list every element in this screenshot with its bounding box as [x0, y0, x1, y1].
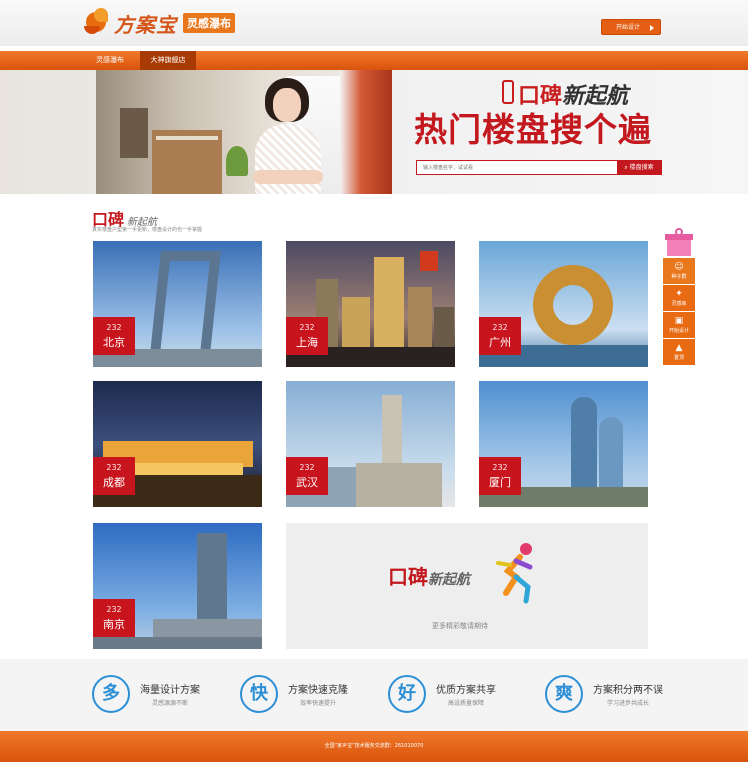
- promo-subheadline: 热门楼盘搜个遍: [414, 110, 652, 149]
- float-item-start-design[interactable]: ▣ 开始设计: [663, 312, 695, 339]
- arrow-up-icon: ▲: [675, 343, 683, 353]
- coming-soon-title-rest: 新起航: [428, 572, 470, 588]
- city-name: 广州: [489, 336, 511, 349]
- sparkle-icon: ✦: [675, 289, 683, 299]
- start-design-button[interactable]: 开始设计: [601, 19, 661, 35]
- city-tag: 232 厦门: [479, 457, 521, 495]
- feature-icon: 多: [92, 675, 130, 713]
- city-name: 成都: [103, 476, 125, 489]
- city-name: 厦门: [489, 476, 511, 489]
- float-item-label: 灵感库: [671, 301, 687, 307]
- city-name: 武汉: [296, 476, 318, 489]
- nav-item-flagship[interactable]: 大神旗舰店: [140, 51, 196, 70]
- city-card-beijing[interactable]: 232 北京: [93, 241, 262, 367]
- city-tag: 232 武汉: [286, 457, 328, 495]
- city-count: 232: [299, 463, 315, 472]
- coming-soon-text: 更多精彩敬请期待: [432, 622, 488, 630]
- feature-icon: 快: [240, 675, 278, 713]
- promo-headline-rest: 新起航: [562, 84, 629, 109]
- city-count: 232: [492, 323, 508, 332]
- smile-icon: ☺: [674, 262, 684, 272]
- side-float-toolbar: ☺ 种子群 ✦ 灵感库 ▣ 开始设计 ▲ 置顶: [663, 228, 695, 366]
- float-item-seed-group[interactable]: ☺ 种子群: [663, 258, 695, 285]
- feature-item: 好 优质方案共享高设质量保障: [388, 675, 496, 713]
- feature-title: 方案积分两不误: [593, 685, 663, 696]
- float-item-label: 开始设计: [668, 328, 689, 334]
- feature-item: 快 方案快速克隆效率快速提升: [240, 675, 348, 713]
- city-card-xiamen[interactable]: 232 厦门: [479, 381, 648, 507]
- feature-title: 海量设计方案: [140, 685, 200, 696]
- curtain-decoration: [340, 70, 392, 194]
- city-card-shanghai[interactable]: 232 上海: [286, 241, 455, 367]
- city-name: 北京: [103, 336, 125, 349]
- city-tag: 232 南京: [93, 599, 135, 637]
- city-card-nanjing[interactable]: 232 南京: [93, 523, 262, 649]
- city-count: 232: [299, 323, 315, 332]
- city-card-wuhan[interactable]: 232 武汉: [286, 381, 455, 507]
- page: 方案宝 灵感瀑布 开始设计 灵感瀑布 大神旗舰店 口碑新起航 热门楼盘搜个遍 ⌕…: [0, 0, 748, 762]
- feature-subtitle: 效率快速提升: [299, 700, 336, 707]
- float-item-inspiration[interactable]: ✦ 灵感库: [663, 285, 695, 312]
- city-name: 上海: [296, 336, 318, 349]
- section-title: 口碑 新起航: [92, 206, 157, 229]
- rooster-logo-icon: [84, 8, 112, 38]
- model-photo: [243, 74, 333, 194]
- header: 方案宝 灵感瀑布 开始设计: [0, 0, 748, 46]
- feature-subtitle: 学习进步共成长: [606, 700, 649, 707]
- city-count: 232: [106, 323, 122, 332]
- nav-item-inspiration[interactable]: 灵感瀑布: [84, 51, 136, 70]
- logo[interactable]: 方案宝 灵感瀑布: [84, 4, 235, 42]
- city-card-chengdu[interactable]: 232 成都: [93, 381, 262, 507]
- feature-title: 方案快速克隆: [288, 685, 348, 696]
- features-strip: 多 海量设计方案灵感源源不断 快 方案快速克隆效率快速提升 好 优质方案共享高设…: [0, 659, 748, 731]
- city-tag: 232 上海: [286, 317, 328, 355]
- coming-soon-title-red: 口碑: [388, 565, 428, 589]
- footer: 全国“家乡宝”技术服务交流群：261010070: [0, 731, 748, 762]
- city-count: 232: [106, 463, 122, 472]
- coming-soon-panel[interactable]: 口碑新起航 更多精彩敬请期待: [286, 523, 648, 649]
- gift-icon[interactable]: [663, 228, 695, 258]
- coming-soon-title: 口碑新起航: [388, 561, 470, 590]
- search-button[interactable]: ⌕ 楼盘搜索: [617, 161, 661, 174]
- float-item-label: 置顶: [673, 355, 684, 361]
- start-design-label: 开始设计: [616, 24, 641, 31]
- section-subtitle: 真实楼盘户型第一手更新，楼盘设计的也一手掌握: [92, 227, 203, 233]
- city-tag: 232 广州: [479, 317, 521, 355]
- feature-icon: 爽: [545, 675, 583, 713]
- float-item-label: 种子群: [671, 274, 687, 280]
- runner-icon: [496, 543, 533, 604]
- search-input[interactable]: [417, 161, 617, 174]
- city-count: 232: [106, 605, 122, 614]
- feature-icon: 好: [388, 675, 426, 713]
- float-item-back-to-top[interactable]: ▲ 置顶: [663, 339, 695, 366]
- search-icon: ⌕: [624, 164, 628, 171]
- feature-subtitle: 高设质量保障: [447, 700, 484, 707]
- promo-headline-red: 口碑: [518, 84, 563, 109]
- promo-headline: 口碑新起航: [518, 78, 628, 110]
- city-count: 232: [492, 463, 508, 472]
- city-name: 南京: [103, 618, 125, 631]
- logo-name: 方案宝: [114, 12, 177, 37]
- city-tag: 232 成都: [93, 457, 135, 495]
- city-tag: 232 北京: [93, 317, 135, 355]
- search-bar: ⌕ 楼盘搜索: [416, 160, 662, 175]
- feature-title: 优质方案共享: [436, 685, 496, 696]
- monitor-icon: ▣: [674, 316, 684, 326]
- feature-subtitle: 灵感源源不断: [151, 700, 188, 707]
- feature-item: 多 海量设计方案灵感源源不断: [92, 675, 200, 713]
- top-nav: 灵感瀑布 大神旗舰店: [0, 51, 748, 70]
- feature-item: 爽 方案积分两不误学习进步共成长: [545, 675, 663, 713]
- kb-badge-icon: [502, 80, 514, 104]
- logo-slogan: 灵感瀑布: [183, 13, 235, 33]
- city-card-guangzhou[interactable]: 232 广州: [479, 241, 648, 367]
- search-button-label: 楼盘搜索: [629, 164, 654, 171]
- arrow-right-icon: [650, 25, 654, 31]
